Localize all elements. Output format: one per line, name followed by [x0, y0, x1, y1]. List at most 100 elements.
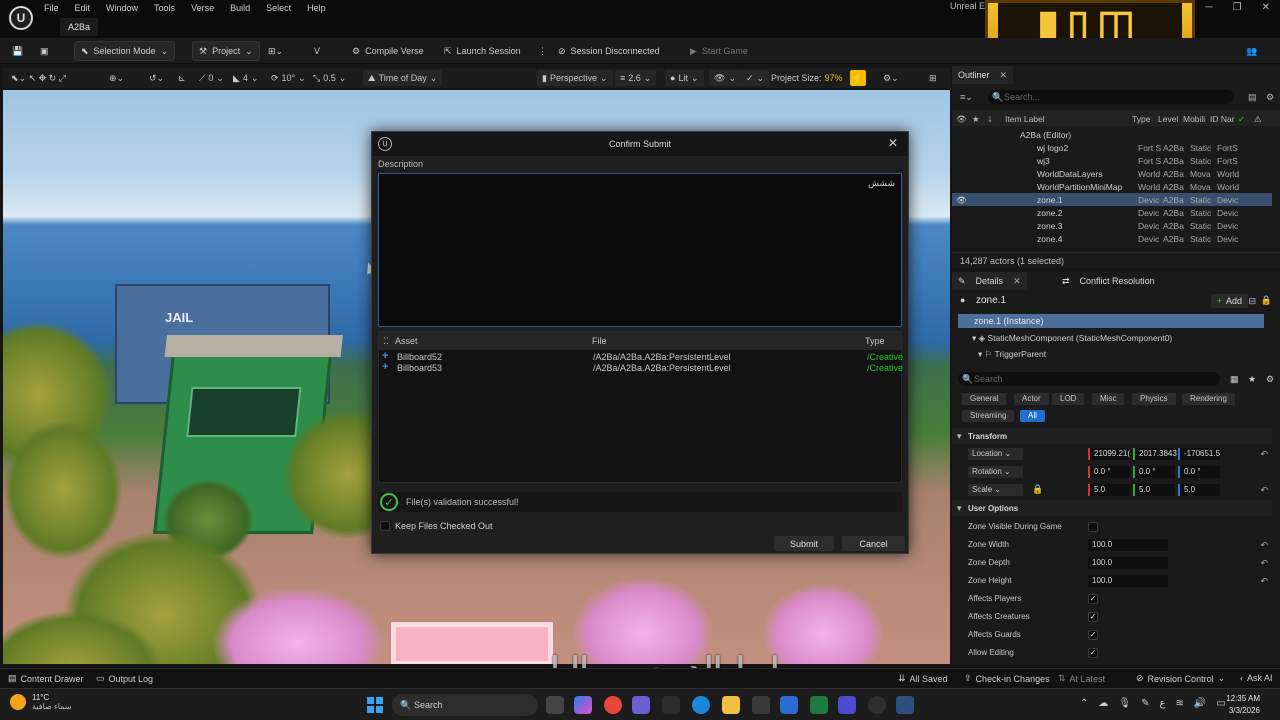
session-disconnected-button[interactable]: ⊘ Session Disconnected	[552, 41, 666, 61]
filter-general[interactable]: General	[962, 393, 1007, 405]
outliner-row[interactable]: zone.2 Devic A2Ba Static Devic	[952, 206, 1272, 219]
lit-dropdown[interactable]: ● Lit ⌄	[665, 70, 704, 86]
menu-tools[interactable]: Tools	[154, 0, 183, 16]
menu-window[interactable]: Window	[106, 0, 146, 16]
angle-snap-toggle[interactable]: ⟳ 10° ⌄	[271, 70, 306, 86]
surface-snap-icon[interactable]: ↺⌄	[149, 70, 164, 86]
menu-edit[interactable]: Edit	[75, 0, 99, 16]
col-item-label[interactable]: Item Label	[1005, 114, 1045, 124]
checkbox-box[interactable]	[380, 521, 390, 531]
weather-widget[interactable]: 11°C سماء صافية	[10, 693, 72, 711]
task-view-icon[interactable]	[546, 696, 564, 714]
taskbar-search-input[interactable]: Search	[392, 694, 538, 716]
filter-all[interactable]: All	[1020, 410, 1045, 422]
location-dropdown[interactable]: Location ⌄	[968, 448, 1023, 460]
reset-icon[interactable]: ↶	[1260, 576, 1268, 587]
rotation-dropdown[interactable]: Rotation ⌄	[968, 466, 1023, 478]
lock-icon[interactable]: 🔒	[1032, 484, 1043, 495]
store-icon[interactable]	[752, 696, 770, 714]
grid-snap-icon[interactable]: ⊾	[178, 70, 186, 86]
scale-z-field[interactable]: 5.0	[1178, 484, 1220, 496]
revision-icon[interactable]: ✓	[1238, 114, 1245, 125]
launch-session-button[interactable]: ⇱ Launch Session	[438, 41, 527, 61]
teams-icon[interactable]	[632, 696, 650, 714]
allow-editing-checkbox[interactable]: ✓	[1088, 648, 1098, 658]
description-textarea[interactable]: ششش	[378, 173, 902, 327]
component-instance-row[interactable]: zone.1 (Instance)	[958, 314, 1264, 328]
world-local-icon[interactable]: ⊕⌄	[109, 70, 124, 86]
outlook-icon[interactable]	[780, 696, 798, 714]
pin-icon[interactable]: ⭣	[988, 114, 992, 125]
table-view-icon[interactable]: ▦	[1230, 374, 1239, 385]
outliner-row-selected[interactable]: 👁 zone.1 Devic A2Ba Static Devic	[952, 193, 1272, 206]
close-icon[interactable]: ✕	[1013, 276, 1021, 287]
table-row[interactable]: + Billboard53 /A2Ba/A2Ba.A2Ba:Persistent…	[379, 361, 903, 374]
filter-actor[interactable]: Actor	[1014, 393, 1049, 405]
grid-size-toggle[interactable]: ◣ 4 ⌄	[233, 70, 258, 86]
cloud-icon[interactable]: ☁	[1098, 698, 1108, 709]
menu-file[interactable]: File	[44, 0, 67, 16]
app-icon[interactable]	[838, 696, 856, 714]
menu-help[interactable]: Help	[307, 0, 334, 16]
reset-icon[interactable]: ↶	[1260, 540, 1268, 551]
verse-icon[interactable]: V	[308, 41, 326, 61]
cancel-button[interactable]: Cancel	[842, 536, 905, 551]
settings-icon[interactable]: ⚙⌄	[883, 70, 899, 86]
unreal-logo-icon[interactable]: U	[9, 6, 33, 30]
filter-streaming[interactable]: Streaming	[962, 410, 1015, 422]
battery-icon[interactable]: ▭	[1216, 698, 1225, 709]
outliner-row[interactable]: wj3 Fort S A2Ba Static FortS	[952, 154, 1272, 167]
settings-icon[interactable]: ⚙	[1266, 92, 1274, 103]
tab-details[interactable]: ✎ Details ✕	[952, 272, 1027, 290]
location-y-field[interactable]: 2017.3843	[1133, 448, 1177, 460]
scale-y-field[interactable]: 5.0	[1133, 484, 1175, 496]
time-of-day-dropdown[interactable]: ⛰ Time of Day ⌄	[363, 70, 443, 86]
taskbar-clock[interactable]: 12:35 AM 3/3/2026	[1226, 693, 1260, 717]
settings-icon[interactable]: ⚙	[1266, 374, 1274, 385]
content-browser-icon[interactable]: ▣	[34, 41, 55, 61]
outliner-row[interactable]: A2Ba (Editor)	[952, 128, 1272, 141]
outliner-row[interactable]: wj logo2 Fort S A2Ba Static FortS	[952, 141, 1272, 154]
col-mobility[interactable]: Mobili	[1183, 114, 1205, 124]
start-game-button[interactable]: ▶ Start Game	[684, 41, 754, 61]
obs-icon[interactable]	[868, 696, 886, 714]
microphone-icon[interactable]: 🎙	[1118, 698, 1131, 709]
more-options-icon[interactable]: ⋮	[532, 41, 553, 61]
chevron-up-icon[interactable]: ⌃	[1080, 698, 1088, 709]
star-icon[interactable]: ★	[972, 114, 980, 125]
scale-x-field[interactable]: 5.0	[1088, 484, 1130, 496]
file-explorer-icon[interactable]	[722, 696, 740, 714]
ask-ai-button[interactable]: ‹ Ask AI	[1240, 673, 1273, 683]
col-level[interactable]: Level	[1158, 114, 1178, 124]
add-component-button[interactable]: + Add	[1210, 294, 1248, 308]
copilot-icon[interactable]	[574, 696, 592, 714]
col-type[interactable]: Type	[865, 336, 885, 346]
reset-icon[interactable]: ↶	[1260, 558, 1268, 569]
camera-speed-dropdown[interactable]: ≡ 2.6 ⌄	[615, 70, 657, 86]
close-icon[interactable]: ✕	[1262, 2, 1270, 13]
transform-tools-icon[interactable]: ⬉⌄ ↖ ✥ ↻ ⤢	[11, 70, 66, 86]
eye-icon[interactable]: 👁	[956, 195, 967, 206]
content-drawer-button[interactable]: ▤ Content Drawer	[8, 673, 84, 684]
filter-rendering[interactable]: Rendering	[1182, 393, 1235, 405]
details-search-input[interactable]: Search	[958, 372, 1220, 386]
users-icon[interactable]: 👥	[1240, 41, 1263, 61]
check-in-changes-button[interactable]: ⇪ Check-in Changes	[964, 673, 1050, 684]
col-file[interactable]: File	[592, 336, 607, 346]
layout-icon[interactable]: ⊞	[929, 70, 937, 86]
github-icon[interactable]	[662, 696, 680, 714]
filter-lod[interactable]: LOD	[1052, 393, 1085, 405]
minimize-icon[interactable]: ─	[1206, 2, 1213, 13]
at-latest-button[interactable]: ⇅ At Latest	[1058, 673, 1105, 684]
output-log-button[interactable]: ▭ Output Log	[96, 673, 153, 684]
table-row[interactable]: + Billboard52 /A2Ba/A2Ba.A2Ba:Persistent…	[379, 350, 903, 363]
edge-icon[interactable]	[692, 696, 710, 714]
outliner-row[interactable]: WorldPartitionMiniMap World A2Ba Mova Wo…	[952, 180, 1272, 193]
show-flags-dropdown[interactable]: 👁 ⌄	[709, 70, 741, 86]
zone-height-field[interactable]: 100.0	[1088, 575, 1168, 587]
location-x-field[interactable]: 21099.21(	[1088, 448, 1130, 460]
restore-icon[interactable]: ❐	[1233, 2, 1242, 13]
zone-visible-checkbox[interactable]	[1088, 522, 1098, 532]
compile-verse-button[interactable]: ⚙ Compile Verse	[346, 41, 430, 61]
scale-snap-toggle[interactable]: ⤡ 0.5 ⌄	[313, 70, 346, 86]
